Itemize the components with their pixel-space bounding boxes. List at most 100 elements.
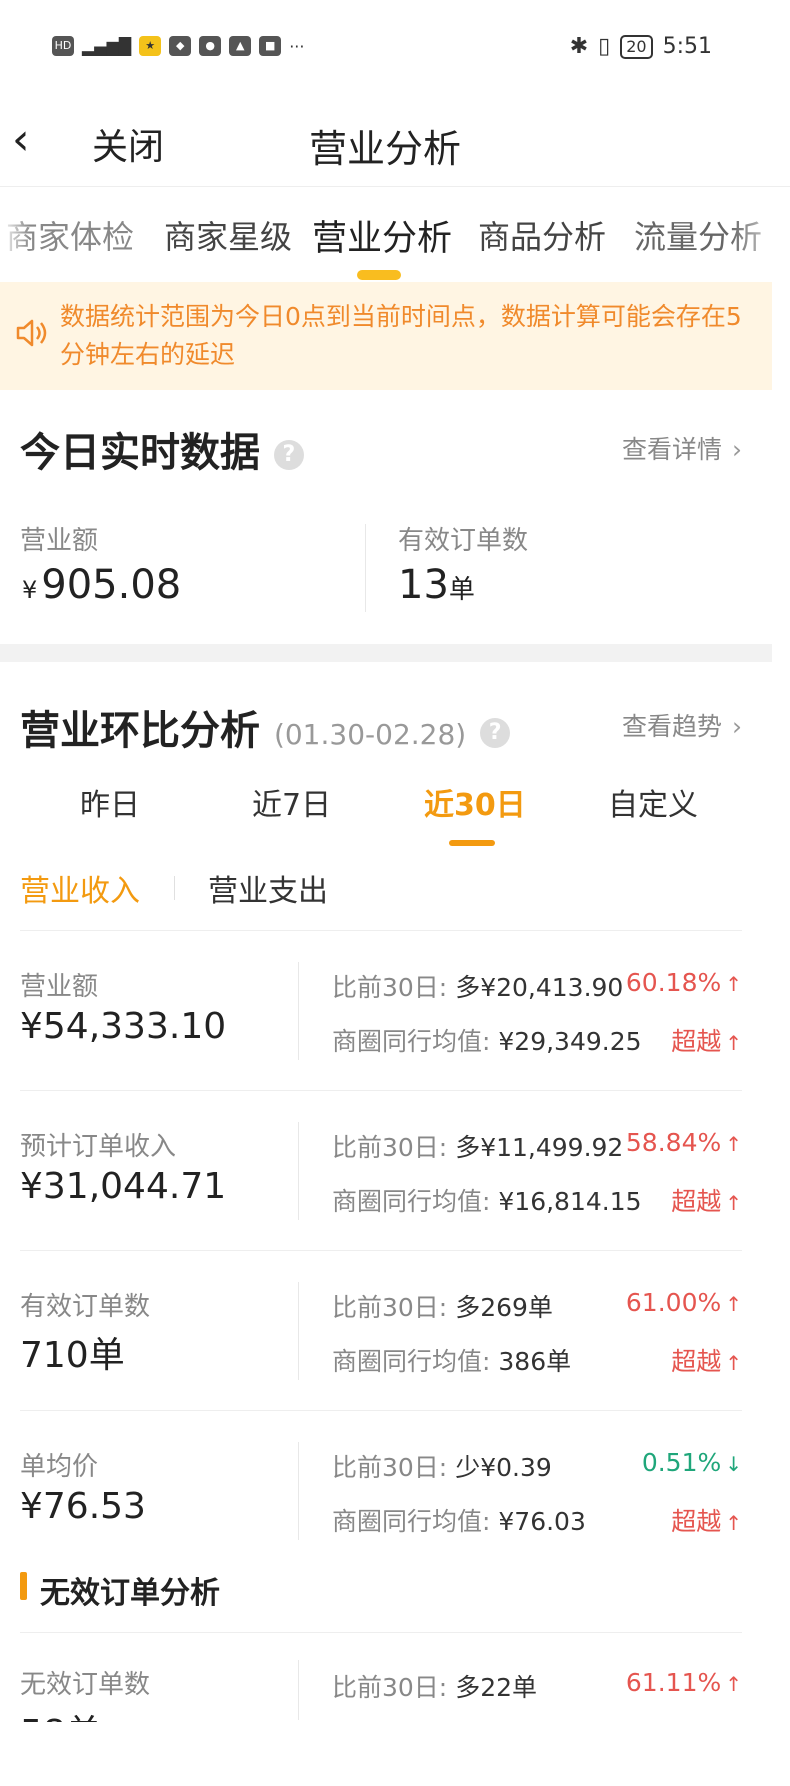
status-time: 5:51 xyxy=(662,34,712,59)
compare-key: 比前30日: xyxy=(332,1453,448,1482)
battery-icon: 20 xyxy=(620,34,653,59)
status-right: ✱ ▯ 20 5:51 xyxy=(570,34,712,59)
more-icon: ··· xyxy=(289,36,305,56)
tab-product-analysis[interactable]: 商品分析 xyxy=(478,212,606,258)
period-30days[interactable]: 近30日 xyxy=(424,780,526,824)
metric-avg: 商圈同行均值: ¥76.03 xyxy=(332,1502,586,1538)
period-yesterday[interactable]: 昨日 xyxy=(80,780,140,824)
tabs-fade-right xyxy=(730,188,790,282)
compare-value: 多22单 xyxy=(455,1673,538,1702)
metric-avg: 商圈同行均值: ¥29,349.25 xyxy=(332,1022,642,1058)
section-gap xyxy=(0,644,772,662)
avg-value: ¥16,814.15 xyxy=(498,1187,642,1216)
shield-icon: ◆ xyxy=(169,36,192,56)
metric-status: 超越 ↑ xyxy=(671,1502,742,1538)
bluetooth-icon: ✱ xyxy=(569,34,589,59)
divider xyxy=(365,524,366,612)
arrow-up-icon: ↑ xyxy=(725,1031,742,1055)
avg-key: 商圈同行均值: xyxy=(332,1027,491,1056)
compare-value: 多¥20,413.90 xyxy=(455,973,624,1002)
avg-key: 商圈同行均值: xyxy=(332,1347,491,1376)
view-detail-link[interactable]: 查看详情 › xyxy=(622,430,742,466)
arrow-up-icon: ↑ xyxy=(725,1292,742,1316)
status-text: 超越 xyxy=(671,1507,722,1536)
invalid-compare: 比前30日: 多22单 xyxy=(332,1668,537,1704)
period-7days[interactable]: 近7日 xyxy=(252,780,331,824)
metric-pct: 60.18% ↑ xyxy=(626,968,742,997)
divider xyxy=(174,876,175,900)
divider xyxy=(298,962,299,1060)
metric-status: 超越 ↑ xyxy=(671,1342,742,1378)
metric-label: 单均价 xyxy=(20,1452,99,1482)
hd-icon: HD xyxy=(52,36,74,56)
avg-value: 386单 xyxy=(498,1347,572,1376)
compare-key: 比前30日: xyxy=(332,1293,448,1322)
period-custom[interactable]: 自定义 xyxy=(608,780,698,824)
divider xyxy=(20,1250,742,1251)
compare-key: 比前30日: xyxy=(332,1673,448,1702)
today-revenue-value: ¥905.08 xyxy=(22,562,181,608)
metric-value: ¥31,044.71 xyxy=(20,1166,227,1207)
chevron-right-icon: › xyxy=(732,712,742,741)
chevron-right-icon: › xyxy=(732,435,742,464)
huawei-icon: ■ xyxy=(259,36,282,56)
metric-pct: 0.51% ↓ xyxy=(642,1448,742,1477)
vibrate-icon: ▯ xyxy=(598,34,611,59)
metric-compare: 比前30日: 多¥20,413.90 xyxy=(332,968,623,1004)
arrow-up-icon: ↑ xyxy=(725,1191,742,1215)
subtab-income[interactable]: 营业收入 xyxy=(20,866,140,910)
pct-value: 60.18% xyxy=(625,968,722,997)
arrow-up-icon: ↑ xyxy=(725,1672,742,1696)
compare-title: 营业环比分析 (01.30-02.28) ? xyxy=(20,698,511,756)
bottom-clip xyxy=(0,1722,790,1786)
tab-star-level[interactable]: 商家星级 xyxy=(164,212,292,258)
today-orders-unit: 单 xyxy=(448,575,475,605)
today-revenue-number: 905.08 xyxy=(41,562,182,608)
compare-key: 比前30日: xyxy=(332,1133,448,1162)
compare-key: 比前30日: xyxy=(332,973,448,1002)
metric-avg: 商圈同行均值: ¥16,814.15 xyxy=(332,1182,642,1218)
avg-key: 商圈同行均值: xyxy=(332,1187,491,1216)
divider xyxy=(20,1632,742,1633)
today-orders-value: 13单 xyxy=(398,562,475,608)
status-left-icons: HD ▂▄▆█ ★ ◆ ● ▲ ■ ··· xyxy=(52,36,304,56)
status-text: 超越 xyxy=(671,1347,722,1376)
today-orders-number: 13 xyxy=(398,562,449,608)
metric-value: ¥76.53 xyxy=(20,1486,146,1527)
status-bar: HD ▂▄▆█ ★ ◆ ● ▲ ■ ··· ✱ ▯ 20 5:51 xyxy=(0,0,790,100)
tabs-fade-left xyxy=(0,188,30,282)
currency-symbol: ¥ xyxy=(22,576,38,604)
metric-value: ¥54,333.10 xyxy=(20,1006,227,1047)
period-indicator xyxy=(449,840,495,846)
invalid-title: 无效订单分析 xyxy=(40,1576,220,1611)
status-text: 超越 xyxy=(671,1187,722,1216)
help-icon[interactable]: ? xyxy=(273,440,304,470)
today-revenue-label: 营业额 xyxy=(20,526,99,556)
metric-compare: 比前30日: 多¥11,499.92 xyxy=(332,1128,623,1164)
avg-value: ¥29,349.25 xyxy=(498,1027,642,1056)
subtab-expense[interactable]: 营业支出 xyxy=(208,866,328,910)
divider xyxy=(298,1442,299,1540)
help-icon[interactable]: ? xyxy=(480,718,511,748)
tab-indicator xyxy=(357,270,401,280)
metric-pct: 58.84% ↑ xyxy=(626,1128,742,1157)
tab-business-analysis[interactable]: 营业分析 xyxy=(312,210,452,261)
notice-text: 数据统计范围为今日0点到当前时间点，数据计算可能会存在5分钟左右的延迟 xyxy=(60,302,742,369)
metric-compare: 比前30日: 多269单 xyxy=(332,1288,553,1324)
divider xyxy=(298,1282,299,1380)
page-title: 营业分析 xyxy=(308,127,461,171)
app-icon: ★ xyxy=(139,36,162,56)
section-marker xyxy=(20,1572,27,1600)
avg-key: 商圈同行均值: xyxy=(332,1507,491,1536)
wechat-icon: ● xyxy=(199,36,222,56)
compare-range: (01.30-02.28) xyxy=(273,718,467,751)
view-trend-link[interactable]: 查看趋势 › xyxy=(622,707,742,743)
compare-value: 多269单 xyxy=(455,1293,553,1322)
avg-value: ¥76.03 xyxy=(498,1507,586,1536)
compare-value: 多¥11,499.92 xyxy=(455,1133,624,1162)
compare-value: 少¥0.39 xyxy=(455,1453,552,1482)
arrow-up-icon: ↑ xyxy=(725,1511,742,1535)
metric-compare: 比前30日: 少¥0.39 xyxy=(332,1448,552,1484)
metric-status: 超越 ↑ xyxy=(671,1182,742,1218)
pct-value: 0.51% xyxy=(641,1448,722,1477)
